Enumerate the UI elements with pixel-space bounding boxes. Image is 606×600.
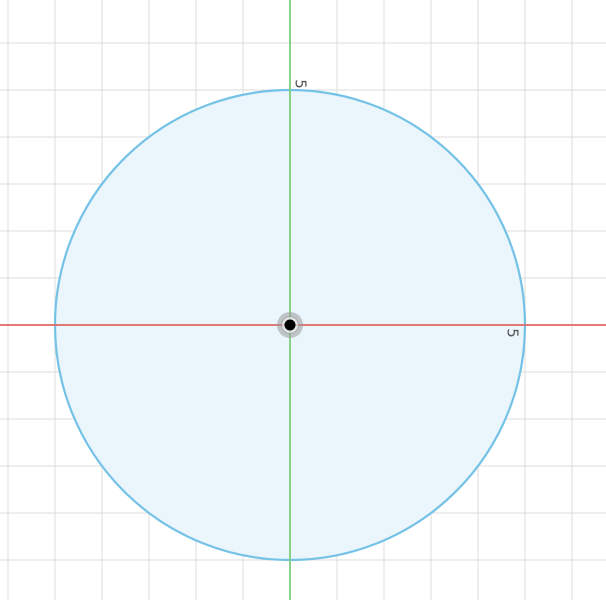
sketch-canvas[interactable]: 5 5	[0, 0, 606, 600]
y-axis-tick-label: 5	[292, 79, 310, 89]
x-axis-tick-label: 5	[504, 328, 522, 338]
origin-point[interactable]	[284, 319, 296, 331]
